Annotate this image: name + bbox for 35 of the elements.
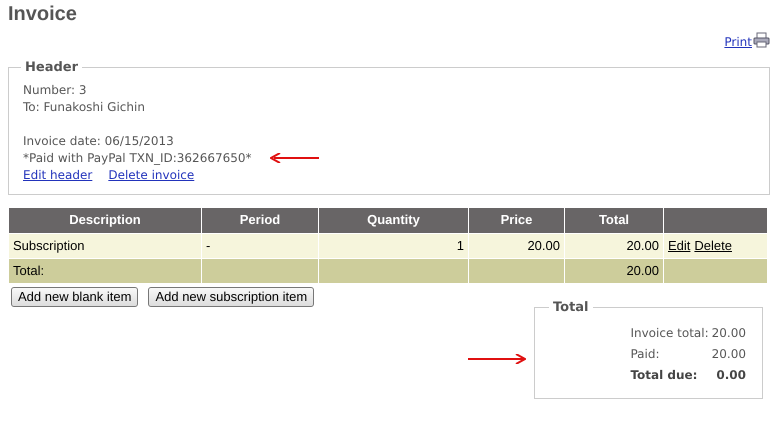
row-action-link[interactable]: Edit [668, 236, 690, 256]
column-header: Quantity [318, 207, 468, 233]
column-header: Total [564, 207, 664, 233]
row-action-link[interactable]: Delete [694, 236, 732, 256]
table-cell: Subscription [8, 233, 202, 258]
total-value: 20.00 [712, 325, 746, 342]
total-label: Total due: [630, 367, 698, 384]
header-action-link[interactable]: Delete invoice [108, 166, 194, 184]
add-item-button[interactable]: Add new subscription item [148, 286, 314, 306]
table-cell: 20.00 [564, 258, 664, 283]
page-title: Invoice [8, 2, 77, 24]
print-link[interactable]: Print [724, 36, 752, 48]
total-legend: Total [549, 298, 593, 317]
table-cell: - [202, 233, 318, 258]
arrow-icon [270, 153, 320, 163]
header-action-link[interactable]: Edit header [23, 166, 92, 184]
total-value: 20.00 [712, 346, 746, 363]
printer-icon [753, 32, 770, 48]
total-label: Invoice total: [630, 325, 709, 342]
column-header: Period [202, 207, 318, 233]
invoice-date: Invoice date: 06/15/2013 [23, 132, 174, 150]
header-legend: Header [21, 58, 82, 78]
total-value: 0.00 [715, 367, 746, 384]
payment-note: *Paid with PayPal TXN_ID:362667650* [23, 150, 252, 166]
table-cell: Total: [8, 258, 202, 283]
table-cell: 1 [318, 233, 468, 258]
recipient-name: To: Funakoshi Gichin [23, 98, 145, 116]
total-label: Paid: [630, 346, 660, 363]
table-cell: 20.00 [564, 233, 664, 258]
invoice-number: Number: 3 [23, 82, 86, 98]
arrow-icon [468, 354, 526, 364]
column-header: Description [8, 207, 202, 233]
column-header: Price [468, 207, 564, 233]
add-item-button[interactable]: Add new blank item [11, 286, 138, 306]
table-cell: 20.00 [468, 233, 564, 258]
